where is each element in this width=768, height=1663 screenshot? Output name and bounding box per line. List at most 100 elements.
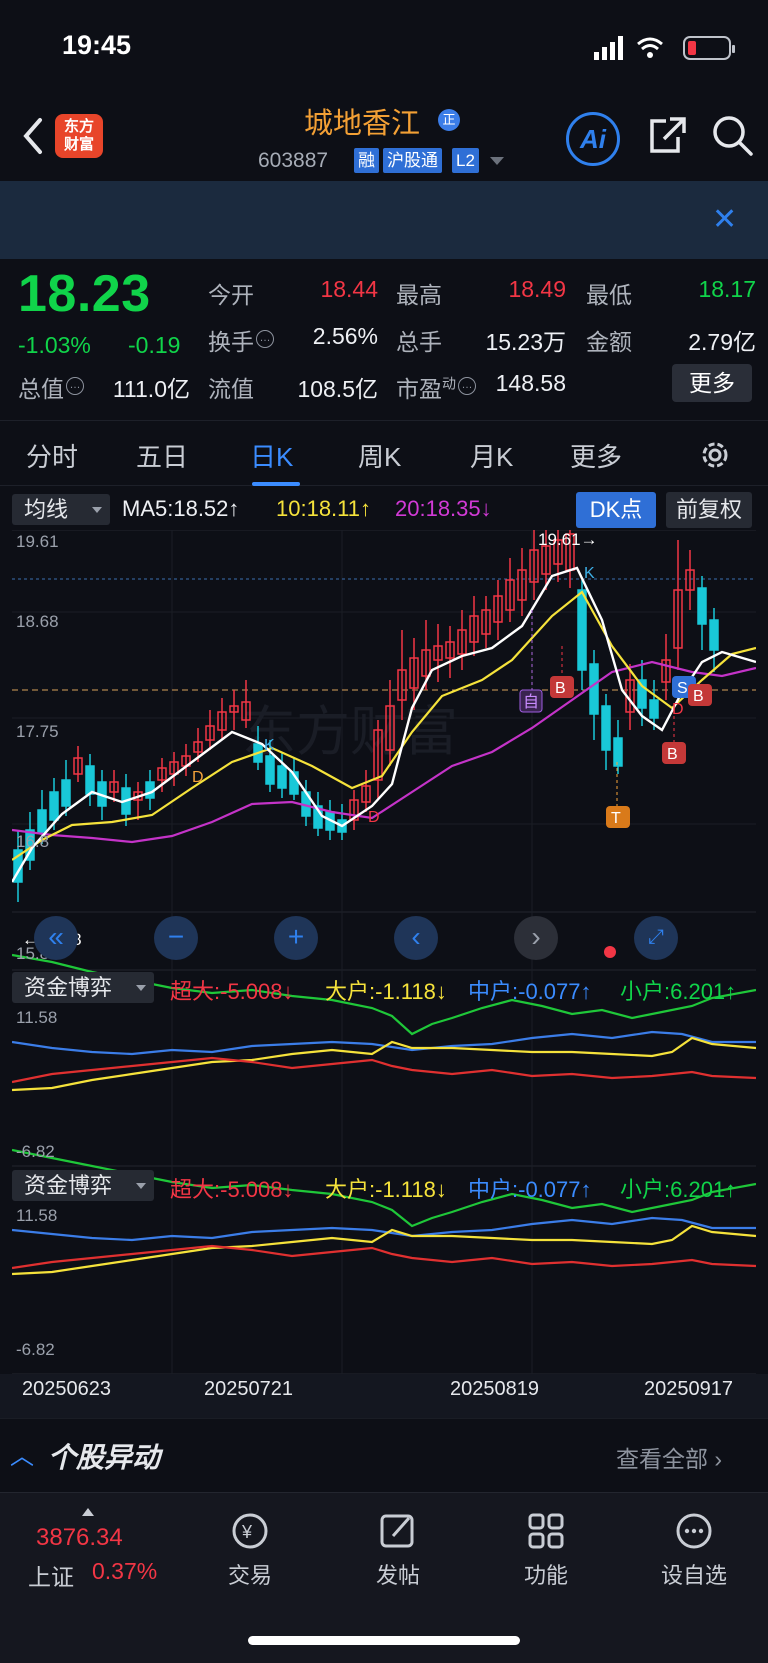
turnover-label: 换手… xyxy=(208,323,274,357)
fund-indicator-dropdown-2[interactable]: 资金博弈 xyxy=(12,1170,154,1201)
fund2-large: 大户:-1.118↓ xyxy=(325,1177,447,1202)
open-value: 18.44 xyxy=(320,276,378,302)
next-icon[interactable]: › xyxy=(514,916,558,960)
chevron-up-icon[interactable]: ︿ xyxy=(10,1436,34,1471)
fund1-y-bottom: -6.82 xyxy=(16,1142,55,1161)
fund2-small: 小户:6.201↑ xyxy=(620,1177,737,1202)
high-marker-label: 19.61→ xyxy=(538,530,598,549)
share-icon[interactable] xyxy=(648,115,688,155)
svg-text:D: D xyxy=(368,809,380,826)
amount-label: 金额 xyxy=(586,329,632,355)
candle-body xyxy=(709,619,719,651)
signal-icon xyxy=(594,36,663,60)
tab-five-day[interactable]: 五日 xyxy=(136,437,188,474)
index-percent: 0.37% xyxy=(92,1558,158,1584)
home-indicator xyxy=(248,1636,520,1645)
fund2-y-top: 11.58 xyxy=(16,1206,58,1225)
candle-body xyxy=(61,779,71,807)
y-axis-top: 19.61 xyxy=(16,532,59,551)
low-label: 最低 xyxy=(586,282,632,308)
more-circle-icon xyxy=(676,1513,712,1549)
mktcap-value: 111.0亿 xyxy=(112,376,190,402)
prev-icon[interactable]: ‹ xyxy=(394,916,438,960)
svg-text:S: S xyxy=(677,680,688,697)
nav-post[interactable]: 发帖 xyxy=(348,1510,448,1590)
tab-weekly-k[interactable]: 周K xyxy=(358,437,401,474)
gear-icon[interactable] xyxy=(698,438,732,472)
app-logo: 东方 财富 xyxy=(55,114,103,158)
info-icon[interactable]: … xyxy=(66,377,84,396)
movement-title: 个股异动 xyxy=(48,1442,161,1473)
zoom-in-icon[interactable]: + xyxy=(274,916,318,960)
fund-indicator-dropdown-1[interactable]: 资金博弈 xyxy=(12,972,154,1003)
ma10-legend: 10:18.11↑ xyxy=(276,496,372,521)
candle-body xyxy=(577,589,587,671)
svg-text:K: K xyxy=(584,565,595,582)
stock-badge: 正 xyxy=(438,109,460,131)
info-icon[interactable]: … xyxy=(458,377,476,396)
svg-text:自: 自 xyxy=(523,693,539,711)
fund2-mid: 中户:-0.077↑ xyxy=(468,1177,592,1202)
volume-label: 总手 xyxy=(396,329,442,355)
close-icon[interactable]: ✕ xyxy=(712,202,737,237)
candle-body xyxy=(589,663,599,715)
svg-text:D: D xyxy=(672,701,684,718)
nav-watchlist[interactable]: 设自选 xyxy=(644,1510,744,1590)
tag-connect: 沪股通 xyxy=(383,148,442,173)
back-icon[interactable] xyxy=(18,112,48,160)
nav-functions[interactable]: 功能 xyxy=(496,1510,596,1590)
turnover-value: 2.56% xyxy=(312,323,378,349)
change-percent: -1.03% xyxy=(18,332,91,358)
grid-icon xyxy=(528,1513,564,1549)
tag-margin: 融 xyxy=(354,148,379,173)
high-label: 最高 xyxy=(396,282,442,308)
fund2-y-bottom: -6.82 xyxy=(16,1340,55,1359)
candle-body xyxy=(85,765,95,795)
adjust-button[interactable]: 前复权 xyxy=(666,492,752,528)
mktcap-label: 总值… xyxy=(18,370,84,404)
ma5-legend: MA5:18.52↑ xyxy=(122,496,240,521)
change-amount: -0.19 xyxy=(128,332,181,358)
tab-underline xyxy=(252,482,300,486)
open-label: 今开 xyxy=(208,282,254,308)
tab-daily-k[interactable]: 日K xyxy=(250,437,293,474)
svg-text:T: T xyxy=(611,810,621,827)
info-icon[interactable]: … xyxy=(256,330,274,349)
y-axis-low: 16.8 xyxy=(16,832,50,851)
candle-body xyxy=(277,765,287,789)
date-label: 20250819 xyxy=(450,1378,539,1400)
edit-icon xyxy=(380,1514,414,1548)
candle-body xyxy=(49,791,59,821)
fullscreen-icon[interactable]: ⤢ xyxy=(634,916,678,960)
ai-button[interactable]: Ai xyxy=(566,112,620,166)
left-arrow-icon[interactable]: « xyxy=(34,916,78,960)
chart-tabs: 分时 五日 日K 周K 月K 更多 xyxy=(0,420,768,486)
candle-body xyxy=(697,587,707,625)
search-icon[interactable] xyxy=(710,113,754,157)
trade-icon: ¥ xyxy=(232,1513,268,1549)
nav-trade[interactable]: ¥ 交易 xyxy=(200,1510,300,1590)
fund1-super: 超大:-5.008↓ xyxy=(170,979,294,1004)
fund1-small: 小户:6.201↑ xyxy=(620,979,737,1004)
stock-name[interactable]: 城地香江 xyxy=(304,100,420,142)
tab-intraday[interactable]: 分时 xyxy=(26,437,78,474)
index-value[interactable]: 3876.34 xyxy=(36,1524,123,1552)
zoom-out-icon[interactable]: − xyxy=(154,916,198,960)
view-all-link[interactable]: 查看全部 › xyxy=(616,1440,722,1474)
current-price: 18.23 xyxy=(18,265,151,323)
svg-text:B: B xyxy=(555,680,566,697)
notice-banner xyxy=(0,181,768,259)
tab-more[interactable]: 更多 xyxy=(570,437,622,474)
candle-body xyxy=(649,699,659,719)
dk-points-button[interactable]: DK点 xyxy=(576,492,656,528)
y-axis-mid1: 18.68 xyxy=(16,612,59,631)
date-label: 20250721 xyxy=(204,1378,293,1400)
status-time: 19:45 xyxy=(62,30,132,60)
indicator-dropdown[interactable]: 均线 xyxy=(12,494,110,525)
record-dot-icon xyxy=(604,946,616,958)
dropdown-arrow-icon[interactable] xyxy=(490,157,504,167)
tab-monthly-k[interactable]: 月K xyxy=(470,437,513,474)
more-button[interactable]: 更多 xyxy=(672,364,752,402)
tag-l2: L2 xyxy=(452,148,479,173)
date-label: 20250917 xyxy=(644,1378,733,1400)
